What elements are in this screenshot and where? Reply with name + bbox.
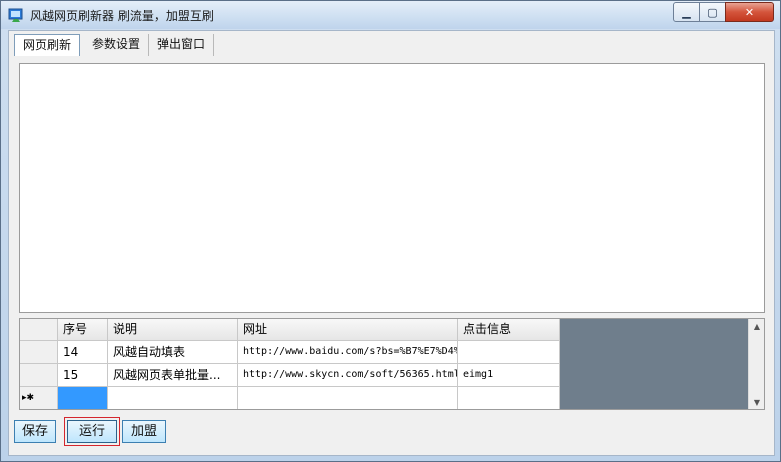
scroll-up-icon[interactable]: ▲ <box>749 319 764 335</box>
column-header-url[interactable]: 网址 <box>238 319 458 341</box>
tab-parameter-settings[interactable]: 参数设置 <box>84 34 150 56</box>
save-button[interactable]: 保存 <box>14 420 56 443</box>
column-header-click-info[interactable]: 点击信息 <box>458 319 560 341</box>
url-grid[interactable]: 序号 说明 网址 点击信息 14 风越自动填表 http://www.baidu… <box>19 318 765 410</box>
tab-popup-window[interactable]: 弹出窗口 <box>149 34 215 56</box>
scroll-down-icon[interactable]: ▼ <box>749 395 764 409</box>
row-header[interactable] <box>20 341 58 364</box>
new-row-marker[interactable]: ▸✱ <box>20 387 58 409</box>
cell-url[interactable]: http://www.skycn.com/soft/56365.html <box>238 364 458 387</box>
join-button[interactable]: 加盟 <box>122 420 166 443</box>
close-icon: ✕ <box>744 5 755 19</box>
app-window: 风越网页刷新器 刷流量，加盟互刷 ▁ ▢ ✕ 网页刷新 参数设置 弹出窗口 序号… <box>0 0 781 462</box>
minimize-button[interactable]: ▁ <box>673 2 700 22</box>
grid-empty-area <box>560 319 748 409</box>
app-monitor-icon <box>8 8 23 22</box>
client-area: 网页刷新 参数设置 弹出窗口 序号 说明 网址 点击信息 14 风越自动填表 h… <box>8 30 775 456</box>
column-header-seq[interactable]: 序号 <box>58 319 108 341</box>
cell-click-info-new[interactable] <box>458 387 560 409</box>
grid-corner-header <box>20 319 58 341</box>
maximize-icon: ▢ <box>707 5 718 19</box>
cell-click-info[interactable]: eimg1 <box>458 364 560 387</box>
grid-vertical-scrollbar[interactable]: ▲ ▼ <box>748 319 764 409</box>
run-button[interactable]: 运行 <box>64 417 120 446</box>
web-browser-pane[interactable] <box>19 63 765 313</box>
maximize-button[interactable]: ▢ <box>699 2 726 22</box>
cell-click-info[interactable] <box>458 341 560 364</box>
cell-desc[interactable]: 风越自动填表 <box>108 341 238 364</box>
close-button[interactable]: ✕ <box>725 2 774 22</box>
cell-url-new[interactable] <box>238 387 458 409</box>
cell-desc-new[interactable] <box>108 387 238 409</box>
scroll-thumb[interactable] <box>750 385 764 393</box>
tab-web-refresh[interactable]: 网页刷新 <box>14 34 81 56</box>
cell-desc[interactable]: 风越网页表单批量... <box>108 364 238 387</box>
row-header[interactable] <box>20 364 58 387</box>
cell-url[interactable]: http://www.baidu.com/s?bs=%B7%E7%D4% <box>238 341 458 364</box>
title-bar[interactable]: 风越网页刷新器 刷流量，加盟互刷 ▁ ▢ ✕ <box>1 1 780 29</box>
cell-seq[interactable]: 15 <box>58 364 108 387</box>
cell-seq[interactable]: 14 <box>58 341 108 364</box>
tab-strip: 网页刷新 参数设置 弹出窗口 <box>14 34 215 56</box>
cell-seq-new[interactable] <box>58 387 108 409</box>
minimize-icon: ▁ <box>682 5 691 19</box>
window-title: 风越网页刷新器 刷流量，加盟互刷 <box>30 9 214 23</box>
column-header-desc[interactable]: 说明 <box>108 319 238 341</box>
